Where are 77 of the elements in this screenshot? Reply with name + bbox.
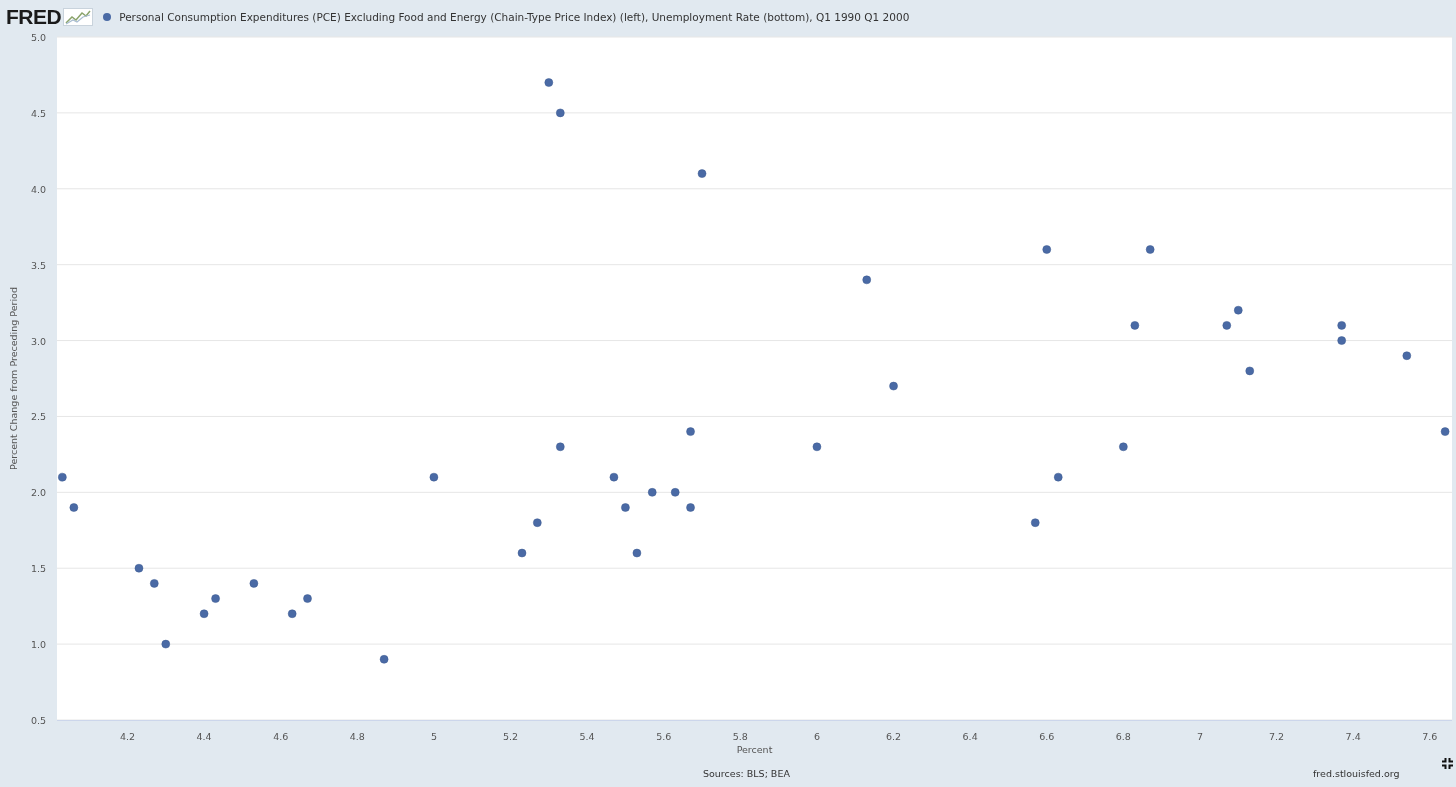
y-axis-tick-label: 2.5 — [30, 411, 46, 423]
data-point — [686, 427, 695, 436]
data-point — [379, 655, 389, 664]
data-point — [58, 472, 67, 482]
data-point — [1054, 472, 1063, 482]
data-point — [697, 169, 707, 178]
data-point — [533, 518, 542, 527]
x-axis-tick-label: 6.2 — [886, 731, 902, 742]
data-point — [632, 548, 642, 558]
x-axis-tick-label: 6.6 — [1039, 731, 1055, 742]
y-axis-tick-label: 3.5 — [30, 259, 46, 271]
data-point — [1234, 305, 1243, 315]
x-axis-tick-label: 5.8 — [732, 731, 748, 742]
fred-logo-text: FRED — [6, 4, 62, 29]
collapse-icon[interactable] — [1442, 758, 1453, 769]
x-axis-tick-label: 7.2 — [1269, 731, 1285, 742]
data-point — [556, 442, 565, 452]
sources-text: Sources: BLS; BEA — [703, 768, 790, 779]
data-point — [1337, 321, 1346, 330]
data-point — [1440, 427, 1450, 436]
y-axis-tick-label: 2.0 — [30, 487, 46, 499]
data-point — [889, 381, 898, 391]
data-point — [812, 442, 822, 452]
data-point — [211, 594, 220, 603]
data-point — [249, 579, 259, 588]
y-axis-tick-label: 4.5 — [30, 107, 46, 119]
data-point — [862, 275, 871, 285]
x-axis-tick-label: 6 — [813, 731, 820, 742]
data-point — [69, 503, 79, 512]
y-axis-tick-label: 3.0 — [30, 335, 46, 347]
data-point — [1031, 518, 1040, 527]
x-axis-tick-label: 7 — [1196, 731, 1203, 742]
x-axis-tick-label: 6.4 — [962, 731, 978, 742]
data-point — [1402, 351, 1412, 360]
y-axis-tick-label: 1.5 — [30, 563, 46, 575]
data-point — [161, 639, 171, 649]
data-point — [1042, 245, 1051, 254]
data-point — [1119, 442, 1128, 452]
x-axis-tick-label: 5 — [430, 731, 437, 742]
x-axis-tick-label: 4.4 — [196, 731, 212, 742]
data-point — [1245, 366, 1254, 376]
line-chart-icon — [63, 7, 94, 26]
data-point — [199, 609, 209, 618]
data-point — [517, 548, 527, 558]
data-point — [1145, 245, 1155, 254]
x-axis-tick-label: 7.4 — [1345, 731, 1361, 742]
x-axis-tick-label: 4.8 — [349, 731, 365, 742]
data-point — [648, 488, 657, 497]
data-point — [1222, 321, 1232, 330]
data-point — [670, 488, 680, 497]
site-link[interactable]: fred.stlouisfed.org — [1313, 768, 1400, 779]
y-axis-tick-label: 5.0 — [30, 32, 46, 43]
x-axis-tick-label: 5.4 — [579, 731, 595, 742]
x-axis-tick-label: 5.2 — [502, 731, 519, 742]
x-axis-title: Percent — [736, 744, 773, 754]
x-axis-tick-label: 7.6 — [1422, 731, 1438, 742]
data-point — [303, 594, 312, 603]
data-point — [686, 503, 695, 512]
data-point — [429, 472, 439, 482]
y-axis-tick-label: 1.0 — [30, 639, 46, 651]
data-point — [287, 609, 297, 618]
y-axis-tick-label: 4.0 — [30, 183, 46, 195]
x-axis-tick-label: 4.2 — [119, 731, 136, 742]
x-axis-tick-label: 5.6 — [656, 731, 672, 742]
data-point — [1130, 321, 1140, 330]
data-point — [609, 472, 619, 482]
data-point — [621, 503, 630, 512]
y-axis-title: Percent Change from Preceding Period — [8, 287, 19, 470]
data-point — [556, 108, 565, 118]
x-axis-tick-label: 4.6 — [273, 731, 289, 742]
x-axis-tick-label: 6.8 — [1115, 731, 1131, 742]
data-point — [1337, 336, 1346, 345]
legend-label: Personal Consumption Expenditures (PCE) Excluding Food and Energy (Chain-Type Price Index) (left), Unemployment Rate (bottom), Q1 1990 Q1 2000 — [119, 10, 910, 23]
data-point — [134, 563, 144, 573]
data-point — [150, 579, 159, 588]
y-axis-tick-label: 0.5 — [30, 715, 46, 726]
data-point — [544, 78, 554, 87]
